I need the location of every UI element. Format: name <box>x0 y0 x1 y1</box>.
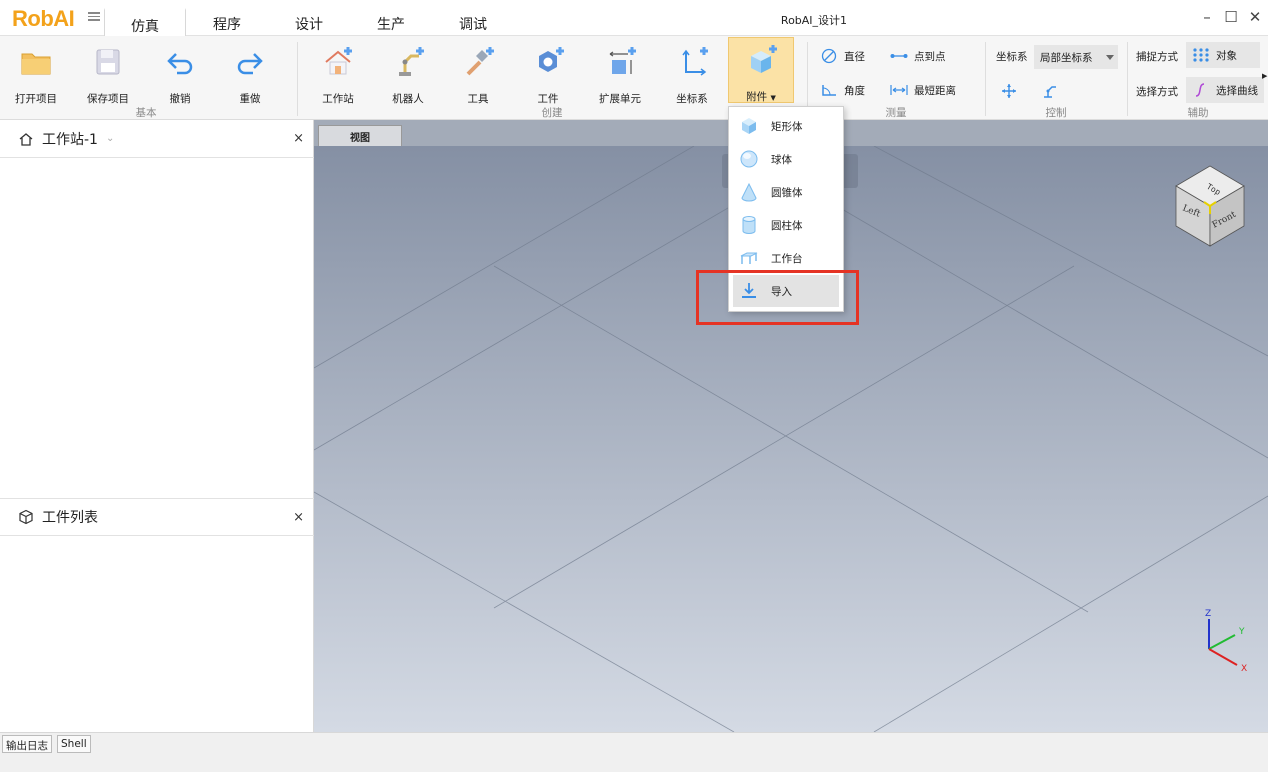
box-icon <box>742 118 756 134</box>
ribbon-toolbar: 打开项目 保存项目 撤销 重做 基本 工作站 机器人 工具 工件 扩展单元 坐标… <box>0 36 1268 120</box>
save-disk-icon <box>96 49 120 75</box>
snap-object-button[interactable]: 对象 <box>1186 42 1260 68</box>
add-workstation-button[interactable]: 工作站 <box>308 40 368 105</box>
add-coordinate-system-button[interactable]: 坐标系 <box>662 40 722 105</box>
move-arrows-icon <box>1002 84 1016 98</box>
measure-angle-button[interactable]: 角度 <box>820 80 865 100</box>
snap-mode-label: 捕捉方式 <box>1136 50 1178 63</box>
redo-icon <box>237 53 263 75</box>
workpiece-panel-title: 工件列表 <box>42 510 98 526</box>
shortest-distance-icon <box>890 85 908 95</box>
point-to-point-icon <box>890 54 908 58</box>
add-robot-button[interactable]: 机器人 <box>378 40 438 105</box>
title-bar: RobAI 仿真 程序 设计 生产 调试 RobAI_设计1 – ☐ ✕ <box>0 0 1268 36</box>
tab-output-log[interactable]: 输出日志 <box>2 735 52 753</box>
chevron-down-icon <box>1106 55 1114 60</box>
workstation-panel-header: 工作站-1 ⌄ × <box>0 120 314 158</box>
minimize-button[interactable]: – <box>1198 8 1216 26</box>
robot-small-icon <box>1044 86 1056 98</box>
group-label-assist: 辅助 <box>1187 107 1209 119</box>
extension-unit-icon <box>609 47 636 74</box>
coord-system-select[interactable]: 局部坐标系 <box>1034 45 1118 69</box>
grid-dots-icon <box>1193 48 1209 62</box>
add-tool-button[interactable]: 工具 <box>448 40 508 105</box>
dropdown-arrow-icon: ▼ <box>770 94 776 102</box>
close-window-button[interactable]: ✕ <box>1246 8 1264 26</box>
sphere-icon <box>740 150 758 168</box>
app-logo: RobAI <box>12 6 75 31</box>
cube-plus-icon <box>751 45 777 73</box>
menu-item-cylinder[interactable]: 圆柱体 <box>733 209 839 241</box>
maximize-button[interactable]: ☐ <box>1222 8 1240 26</box>
tab-debug[interactable]: 调试 <box>444 8 502 36</box>
add-workpiece-button[interactable]: 工件 <box>518 40 578 105</box>
undo-button[interactable]: 撤销 <box>150 40 210 105</box>
tab-design[interactable]: 设计 <box>280 8 338 36</box>
menu-item-sphere[interactable]: 球体 <box>733 143 839 175</box>
tab-program[interactable]: 程序 <box>198 8 256 36</box>
tab-view[interactable]: 视图 <box>318 125 402 147</box>
folder-icon <box>21 53 51 75</box>
cylinder-icon <box>742 216 756 234</box>
group-label-control: 控制 <box>1045 107 1067 119</box>
robot-arm-icon <box>399 47 424 76</box>
tab-shell[interactable]: Shell <box>57 735 91 753</box>
house-plus-icon <box>325 47 352 75</box>
measure-point-to-point-button[interactable]: 点到点 <box>890 46 946 66</box>
chevron-down-icon[interactable]: ⌄ <box>106 133 114 144</box>
table-icon <box>740 252 758 264</box>
select-curve-button[interactable]: 选择曲线 <box>1186 77 1264 103</box>
close-icon[interactable]: × <box>293 131 304 146</box>
curve-icon <box>1195 83 1205 97</box>
close-icon[interactable]: × <box>293 510 304 525</box>
axis-z-label: Z <box>1205 609 1211 619</box>
attachment-label: 附件 <box>746 91 768 103</box>
workstation-panel-title[interactable]: 工作站-1 <box>42 129 98 149</box>
tab-simulation[interactable]: 仿真 <box>104 8 186 36</box>
save-project-button[interactable]: 保存项目 <box>78 40 138 105</box>
annotation-highlight-box <box>696 270 859 325</box>
coord-system-label: 坐标系 <box>996 50 1028 63</box>
angle-icon <box>822 85 836 96</box>
diameter-icon <box>821 48 837 64</box>
cube-icon <box>19 509 33 525</box>
measure-shortest-distance-button[interactable]: 最短距离 <box>890 80 956 100</box>
axis-x-label: X <box>1241 664 1247 674</box>
add-extension-unit-button[interactable]: 扩展单元 <box>590 40 650 105</box>
left-panel: 工作站-1 ⌄ × 工件列表 × <box>0 120 314 732</box>
axis-y-label: Y <box>1238 627 1245 637</box>
open-project-button[interactable]: 打开项目 <box>6 40 66 105</box>
bottom-panel-tabs: 输出日志 Shell <box>0 732 1268 772</box>
menu-item-cone[interactable]: 圆锥体 <box>733 176 839 208</box>
menu-item-box[interactable]: 矩形体 <box>733 110 839 142</box>
select-mode-label: 选择方式 <box>1136 85 1178 98</box>
cone-icon <box>741 182 757 202</box>
coordinate-axes-icon <box>682 47 708 76</box>
attachment-dropdown-button[interactable]: 附件 ▼ <box>728 37 794 103</box>
group-label-basic: 基本 <box>135 107 157 119</box>
workpiece-panel-header: 工件列表 × <box>0 498 314 536</box>
hamburger-menu-icon[interactable] <box>88 10 100 22</box>
ribbon-scroll-right-icon[interactable]: ▶ <box>1262 72 1267 80</box>
window-title: RobAI_设计1 <box>780 14 848 27</box>
robot-jog-button[interactable] <box>1040 81 1064 101</box>
redo-button[interactable]: 重做 <box>220 40 280 105</box>
home-icon <box>19 132 33 146</box>
tab-production[interactable]: 生产 <box>362 8 420 36</box>
hammer-icon <box>466 47 494 76</box>
move-control-button[interactable] <box>1000 81 1024 101</box>
undo-icon <box>167 53 193 75</box>
hex-nut-icon <box>539 47 564 72</box>
measure-diameter-button[interactable]: 直径 <box>820 46 865 66</box>
